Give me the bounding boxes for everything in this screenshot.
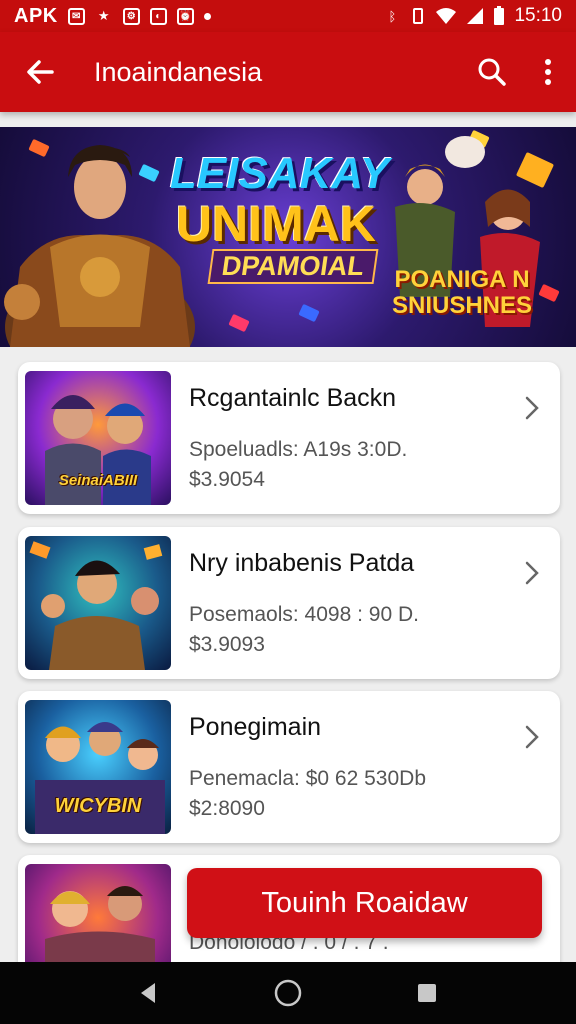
app-bar: Inoaindanesia	[0, 32, 576, 112]
back-arrow-icon	[27, 60, 54, 84]
nav-home-button[interactable]	[268, 973, 308, 1013]
chevron-right-icon	[525, 396, 539, 420]
bluetooth-icon: ᛒ	[388, 8, 397, 24]
item-subtitle: Penemacla: $0 62 530Db	[189, 767, 426, 790]
nav-recents-button[interactable]	[407, 973, 447, 1013]
nav-recents-icon	[417, 984, 436, 1002]
item-title: Nry inbabenis Patda	[189, 549, 415, 577]
notification-icon: ✉	[67, 7, 85, 25]
game-icon: ◐	[149, 7, 167, 25]
system-nav-bar	[0, 962, 576, 1024]
back-button[interactable]	[0, 32, 80, 112]
banner-subtitle-line2: SNIUSHNES	[392, 292, 533, 319]
list-item[interactable]: WICYBIN Ponegimain Penemacla: $0 62 530D…	[18, 691, 560, 843]
confetti-decoration	[298, 303, 320, 323]
thumbnail-label: SeinaiABIII	[58, 472, 138, 489]
list-item[interactable]: SeinaiABIII Rcgantainlc Backn Spoeluadls…	[18, 362, 560, 514]
chevron-right-icon	[525, 561, 539, 585]
item-thumbnail	[25, 536, 171, 670]
status-bar: APK ✉ ★ ⚙ ◐ ⏰ ᛒ 15:10	[0, 0, 576, 32]
more-vert-icon	[545, 59, 551, 85]
item-price: $2:8090	[189, 797, 265, 820]
item-subtitle: Spoeluadls: A19s 3:0D.	[189, 438, 408, 461]
item-thumbnail: SeinaiABIII	[25, 371, 171, 505]
item-price: $3.9093	[189, 633, 265, 656]
settings-icon: ⚙	[122, 7, 140, 25]
wifi-icon	[436, 8, 457, 24]
status-time: 15:10	[514, 5, 562, 26]
search-icon	[478, 58, 506, 86]
thumbnail-label: WICYBIN	[54, 795, 142, 817]
warrior-thumbnail-illustration	[29, 541, 163, 670]
vibrate-icon	[413, 8, 424, 24]
alarm-icon: ⏰	[176, 7, 194, 25]
banner-subtitle: POANIGA N SNIUSHNES	[392, 267, 532, 319]
confetti-decoration	[228, 313, 250, 333]
nav-back-icon	[141, 983, 156, 1003]
banner-title-line3: DPAMOIAL	[207, 249, 379, 284]
page-title: Inoaindanesia	[94, 56, 263, 87]
cta-button[interactable]: Touinh Roaidaw	[187, 868, 542, 938]
status-carrier: APK	[14, 4, 58, 27]
search-button[interactable]	[464, 32, 520, 112]
list-item[interactable]: Nry inbabenis Patda Posemaols: 4098 : 90…	[18, 527, 560, 679]
chevron-right-icon	[525, 725, 539, 749]
item-price: $3.9054	[189, 468, 265, 491]
nav-back-button[interactable]	[129, 973, 169, 1013]
item-title: Ponegimain	[189, 713, 322, 741]
nav-home-icon	[274, 979, 302, 1007]
item-title: Rcgantainlc Backn	[189, 384, 397, 412]
signal-icon	[467, 8, 484, 24]
more-options-button[interactable]	[520, 32, 576, 112]
battery-icon	[494, 6, 505, 25]
promo-banner[interactable]: LEISAKAY UNIMAK DPAMOIAL POANIGA N SNIUS…	[0, 127, 576, 347]
banner-title-line2: UNIMAK	[176, 196, 376, 252]
star-icon: ★	[97, 8, 110, 23]
item-thumbnail: WICYBIN	[25, 700, 171, 834]
item-subtitle: Posemaols: 4098 : 90 D.	[189, 603, 419, 626]
banner-title-line1: LEISAKAY	[170, 149, 390, 198]
dot-icon	[203, 12, 211, 20]
banner-subtitle-line1: POANIGA N	[394, 266, 530, 293]
